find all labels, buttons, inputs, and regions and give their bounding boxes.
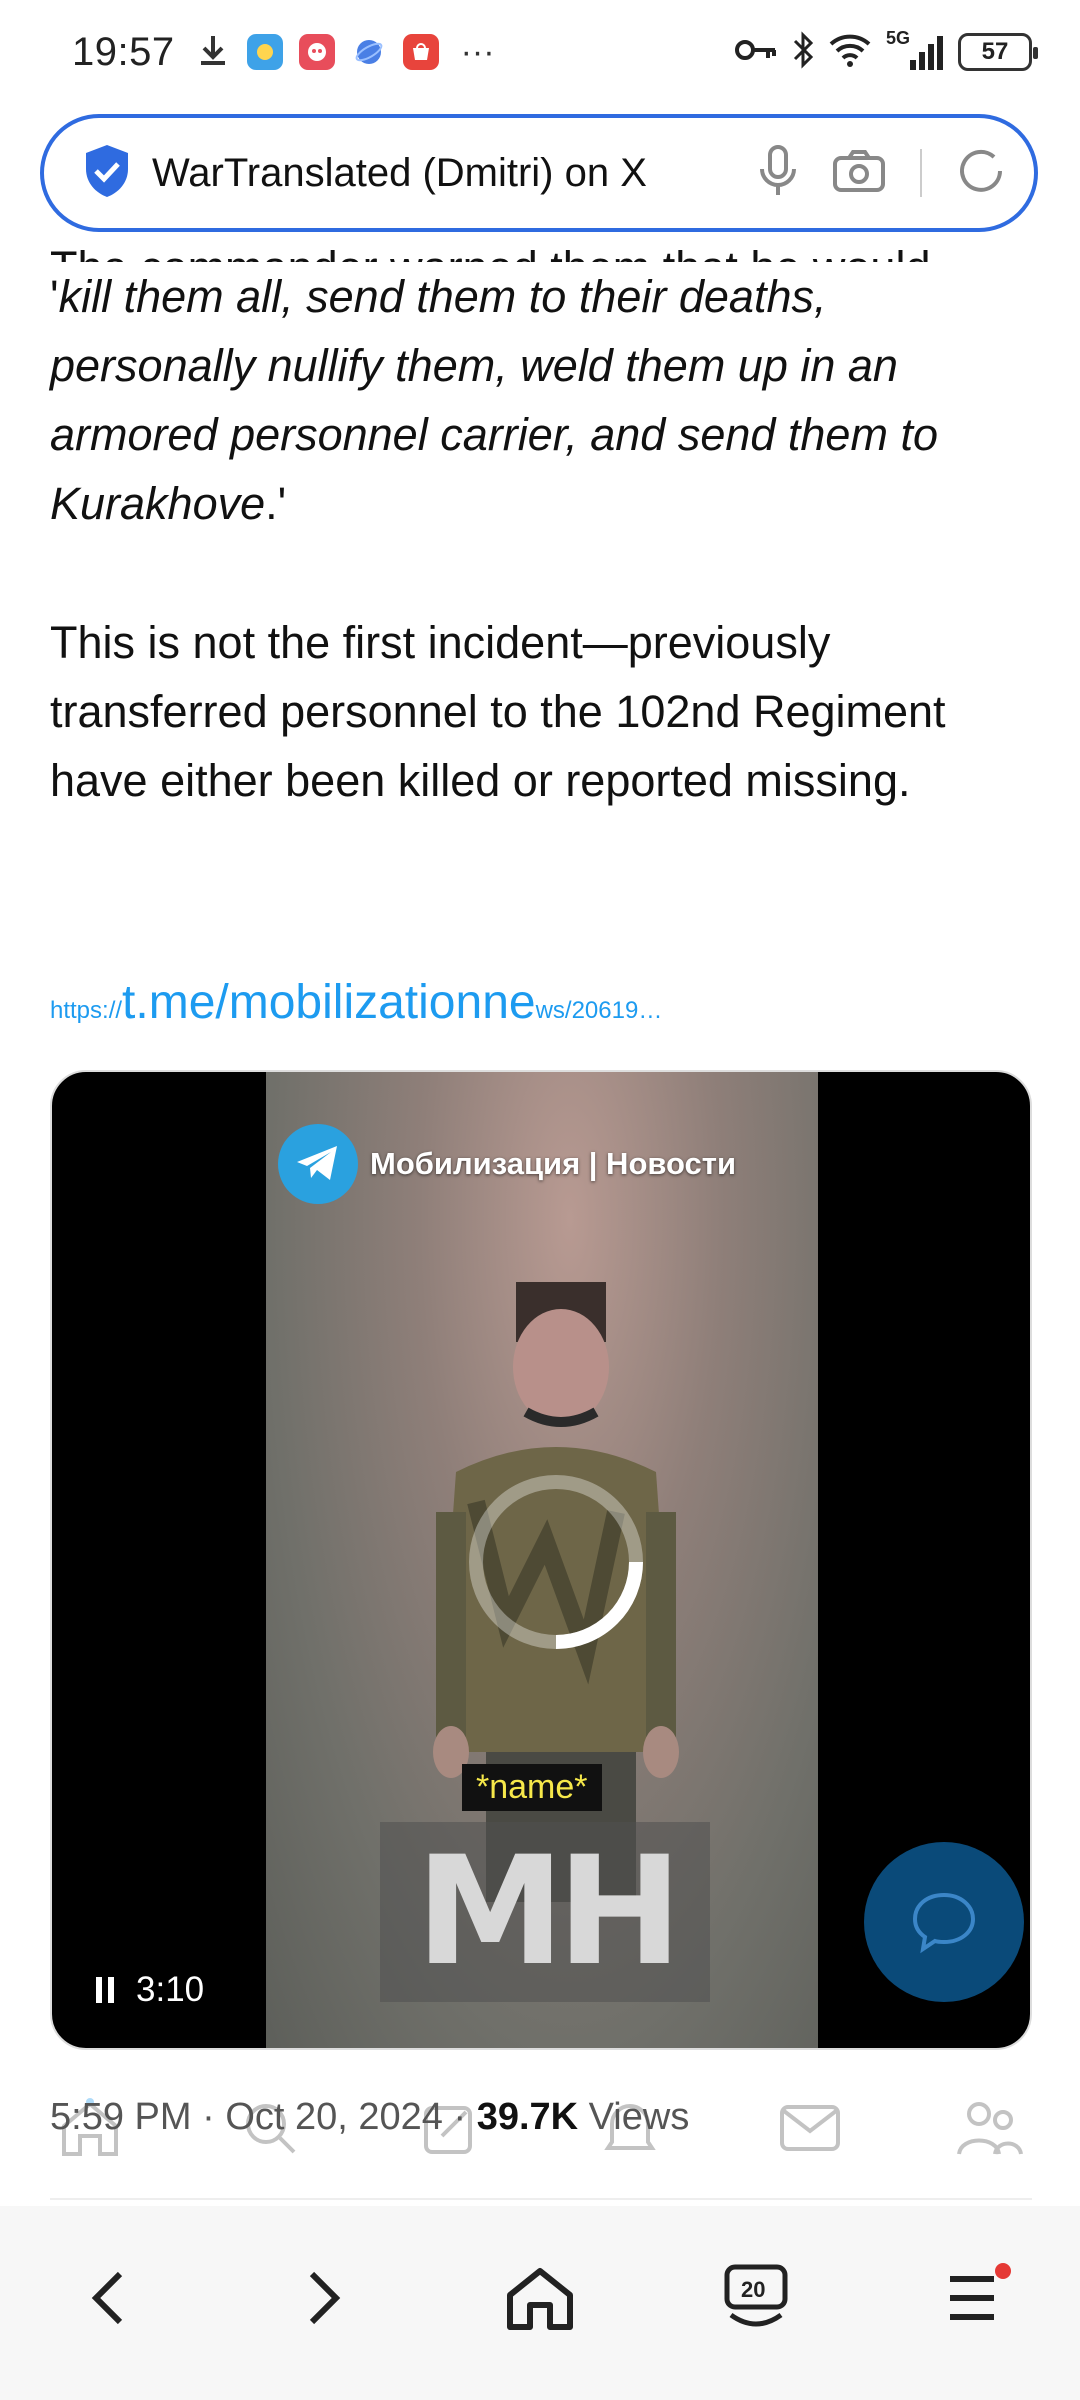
loading-spinner-icon <box>469 1475 643 1649</box>
chevron-left-icon <box>91 2271 123 2325</box>
video-frame: Мобилизация | Новости MH *name* <box>266 1072 818 2048</box>
address-text[interactable]: WarTranslated (Dmitri) on X <box>152 151 672 196</box>
camera-icon[interactable] <box>832 148 886 199</box>
signal-icon: 5G <box>886 28 944 72</box>
playback-controls[interactable]: 3:10 <box>96 1970 204 2010</box>
battery-indicator: 57 <box>958 33 1038 71</box>
bluetooth-icon <box>792 30 814 75</box>
hamburger-icon <box>950 2276 994 2320</box>
view-count: 39.7K <box>476 2096 579 2138</box>
telegram-icon <box>278 1124 358 1204</box>
channel-header: Мобилизация | Новости <box>278 1124 736 1204</box>
quote-text: kill them all, send them to their deaths… <box>50 271 938 529</box>
post-date: Oct 20, 2024 <box>225 2096 443 2138</box>
huawei-app-icon <box>402 34 439 70</box>
post-time: 5:59 PM <box>50 2096 192 2138</box>
weather-icon <box>246 34 283 70</box>
toolbar-divider <box>920 149 922 197</box>
home-button[interactable] <box>495 2253 585 2343</box>
telegram-link[interactable]: https://t.me/mobilizationnews/20619… <box>50 975 662 1030</box>
post-meta: 5:59 PM · Oct 20, 2024 · 39.7K Views <box>50 2096 690 2138</box>
refresh-icon[interactable] <box>956 146 1006 201</box>
clipped-line: The commander warned them that he would <box>50 232 1040 262</box>
messages-icon[interactable] <box>775 2093 845 2163</box>
chat-bubble-icon <box>912 1892 976 1954</box>
tweet-text: The commander warned them that he would … <box>50 232 1040 815</box>
status-right-icons: 5G 57 <box>734 28 1038 75</box>
microphone-icon[interactable] <box>758 143 798 204</box>
shield-check-icon <box>82 143 132 204</box>
divider <box>50 2198 1032 2200</box>
tabs-count: 20 <box>741 2277 766 2302</box>
channel-name: Мобилизация | Новости <box>370 1146 737 1181</box>
browser-bottom-bar: 20 <box>0 2206 1080 2400</box>
forward-button[interactable] <box>279 2253 369 2343</box>
communities-icon[interactable] <box>955 2093 1025 2163</box>
reply-button[interactable] <box>864 1842 1024 2002</box>
wifi-icon <box>828 32 872 73</box>
address-bar[interactable]: WarTranslated (Dmitri) on X <box>40 114 1038 232</box>
download-icon <box>195 32 231 73</box>
key-icon <box>734 35 778 70</box>
video-time: 3:10 <box>136 1970 205 2009</box>
tabs-button[interactable]: 20 <box>711 2253 801 2343</box>
notification-icons: ··· <box>195 32 495 73</box>
paragraph-2: This is not the first incident—previousl… <box>50 617 946 806</box>
menu-button[interactable] <box>927 2253 1017 2343</box>
watermark-logo: MH <box>380 1822 710 2002</box>
pause-icon[interactable] <box>96 1977 114 2003</box>
status-time: 19:57 <box>72 29 175 74</box>
status-bar: 19:57 ··· 5G 57 <box>0 0 1080 104</box>
more-notifications: ··· <box>460 32 495 71</box>
house-icon <box>507 2268 573 2330</box>
name-caption: *name* <box>462 1764 602 1811</box>
game-app-icon <box>298 34 335 70</box>
back-button[interactable] <box>63 2253 153 2343</box>
browser-app-icon <box>351 34 387 70</box>
chevron-right-icon <box>309 2271 341 2325</box>
quote-paragraph: 'kill them all, send them to their death… <box>50 271 938 529</box>
notification-dot <box>995 2263 1011 2279</box>
